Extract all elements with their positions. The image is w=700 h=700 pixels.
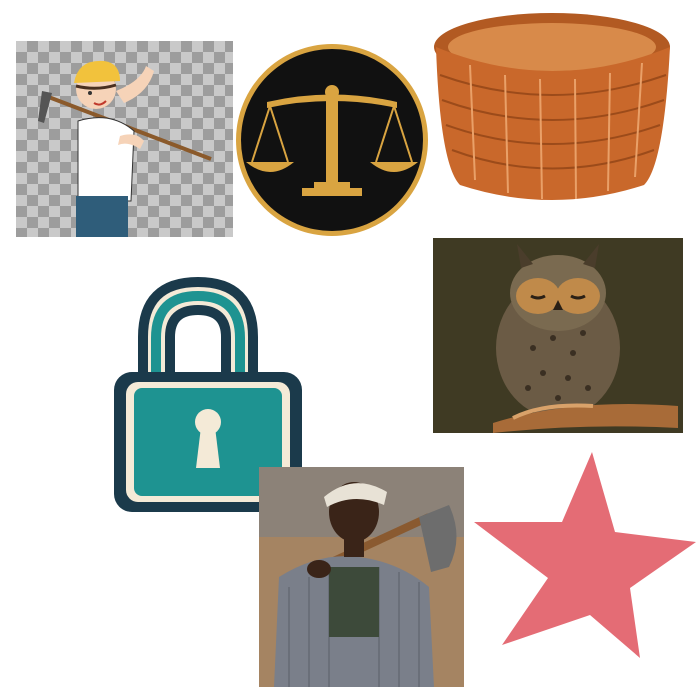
wicker-basket-image <box>430 5 680 215</box>
red-star-image <box>470 450 698 660</box>
farmer-image <box>16 41 233 237</box>
owl-image <box>433 238 683 433</box>
young-man-with-shovel-image <box>259 467 464 687</box>
scales-of-justice-image <box>232 42 432 238</box>
